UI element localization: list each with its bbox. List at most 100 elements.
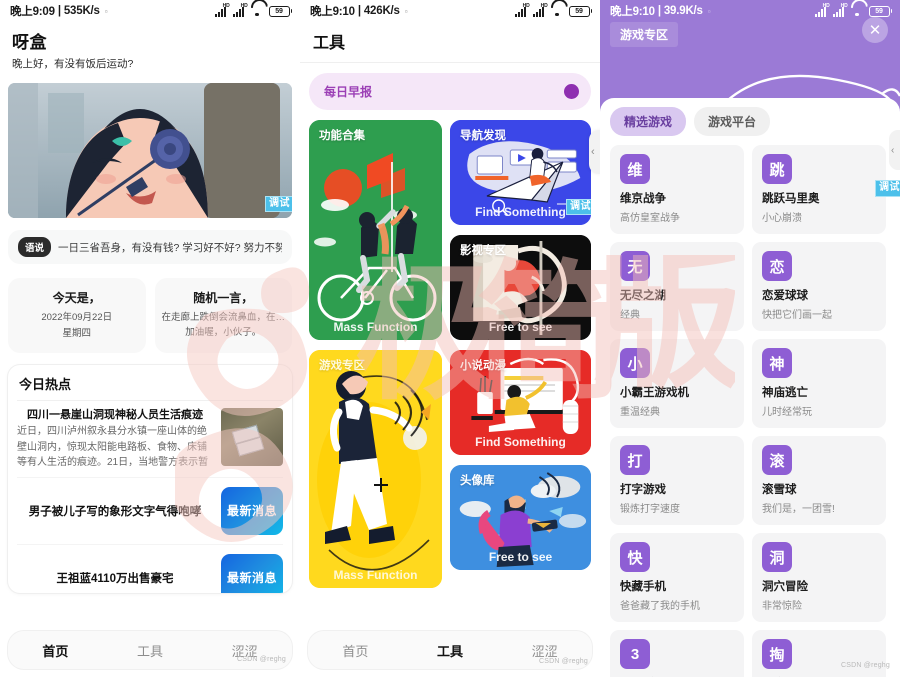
- game-name: 快藏手机: [620, 581, 666, 593]
- page-title: 工具: [313, 35, 346, 52]
- news-item[interactable]: 王祖蓝4110万出售豪宅 最新消息: [17, 545, 283, 593]
- tab-tools[interactable]: 工具: [403, 641, 498, 660]
- game-card[interactable]: 跳 跳跃马里奥 小心崩溃: [752, 145, 886, 234]
- daily-report-banner[interactable]: 每日早报: [309, 73, 591, 110]
- daily-quote-card[interactable]: 语说 一日三省吾身，有没有钱? 学习好不好? 努力不努力?: [8, 230, 292, 264]
- tool-card-title: 游戏专区: [319, 360, 365, 372]
- tab-tools[interactable]: 工具: [103, 641, 198, 660]
- game-desc: 儿时经常玩: [762, 407, 812, 418]
- wifi-icon: [851, 6, 864, 17]
- tool-card-subtitle: Free to see: [488, 550, 553, 564]
- header-divider: [300, 62, 600, 63]
- debug-badge-hero[interactable]: 调试: [265, 195, 292, 212]
- debug-badge-tools[interactable]: 调试: [566, 198, 591, 215]
- tab-home[interactable]: 首页: [308, 641, 403, 660]
- hero-illustration: [8, 83, 292, 218]
- tandem-bicycle-illustration: [309, 120, 442, 340]
- tab-game-platform[interactable]: 游戏平台: [694, 107, 771, 136]
- games-sheet: 精选游戏 游戏平台 维 维京战争 高仿皇室战争 跳 跳跃马里奥 小心崩溃 无 无…: [600, 98, 900, 677]
- tool-card-title: 功能合集: [319, 130, 365, 142]
- battery-level: 59: [568, 5, 590, 17]
- game-card[interactable]: 快 快藏手机 爸爸藏了我的手机: [610, 533, 744, 622]
- game-desc: 快把它们画一起: [762, 310, 832, 321]
- status-separator: |: [357, 5, 361, 17]
- game-icon: 滚: [762, 445, 792, 475]
- game-card[interactable]: 维 维京战争 高仿皇室战争: [610, 145, 744, 234]
- walking-person-illustration: [309, 350, 442, 588]
- status-time: 晚上9:10: [310, 6, 355, 18]
- battery-icon: 59: [568, 5, 592, 17]
- signal-icon-2: HD: [832, 3, 848, 17]
- tool-card-navigation[interactable]: 导航发现 Find Something 调试: [450, 120, 591, 225]
- game-name: 恋爱球球: [762, 290, 808, 302]
- game-desc: 我们是，一团雪!: [762, 504, 835, 515]
- bottom-tabbar-home[interactable]: 首页 工具 涩涩: [8, 631, 292, 669]
- news-badge: 最新消息: [221, 553, 283, 593]
- tool-card-mass-function[interactable]: 功能合集 Mass Function: [309, 120, 442, 340]
- hero-banner[interactable]: 调试: [8, 83, 292, 218]
- hot-topics-card: 今日热点 四川一悬崖山洞现神秘人员生活痕迹 近日，四川泸州叙永县分水镇一座山体的…: [8, 364, 292, 593]
- status-time: 晚上9:09: [10, 6, 55, 18]
- today-date-card[interactable]: 今天是， 2022年09月22日 星期四: [8, 278, 146, 353]
- game-card[interactable]: 3 3D魔方 锻炼反应能力: [610, 630, 744, 677]
- news-headline: 男子被儿子写的象形文字气得咆哮: [28, 505, 202, 518]
- tool-card-title: 导航发现: [460, 130, 506, 142]
- tab-sese[interactable]: 涩涩: [497, 641, 592, 660]
- signal-icon-1: HD: [214, 3, 230, 17]
- tab-home[interactable]: 首页: [8, 641, 103, 660]
- debug-badge-games[interactable]: 调试: [875, 180, 900, 197]
- game-name: 神庙逃亡: [762, 387, 808, 399]
- game-name: 小霸王游戏机: [620, 387, 689, 399]
- wifi-icon: [251, 6, 264, 17]
- today-weekday: 星期四: [62, 327, 91, 339]
- csdn-watermark: CSDN @reghg: [841, 662, 890, 669]
- signal-icon-2: HD: [532, 3, 548, 17]
- tool-card-title: 头像库: [460, 475, 495, 487]
- daily-report-label: 每日早报: [324, 85, 373, 99]
- news-item-featured[interactable]: 四川一悬崖山洞现神秘人员生活痕迹 近日，四川泸州叙永县分水镇一座山体的绝壁山洞内…: [17, 401, 283, 478]
- game-icon: 洞: [762, 542, 792, 572]
- news-headline: 王祖蓝4110万出售豪宅: [56, 572, 174, 585]
- game-card[interactable]: 无 无尽之湖 经典: [610, 242, 744, 331]
- random-quote-line2: 加油喔，小伙子。: [185, 326, 262, 338]
- games-hero: 晚上9:10 | 39.9K/s ▫ HD HD 59 游戏专区 ✕: [600, 0, 900, 100]
- game-name: 跳跃马里奥: [762, 193, 820, 205]
- game-desc: 经典: [620, 310, 640, 321]
- tool-card-avatar-library[interactable]: 头像库 Free to see: [450, 465, 591, 570]
- panel-home: 晚上9:09 | 535K/s ▫ HD HD 59 呀盒 晚上好，有没有饭后运…: [0, 0, 300, 677]
- games-title-chip: 游戏专区: [610, 22, 679, 47]
- tools-grid: 功能合集 Mass Function 游戏专区 Mass Function 导航…: [309, 120, 591, 588]
- game-card[interactable]: 洞 洞穴冒险 非常惊险: [752, 533, 886, 622]
- close-icon[interactable]: ✕: [862, 17, 888, 43]
- game-card[interactable]: 打 打字游戏 锻炼打字速度: [610, 436, 744, 525]
- game-card[interactable]: 小 小霸王游戏机 重温经典: [610, 339, 744, 428]
- status-bar-tools: 晚上9:10 | 426K/s ▫ HD HD 59: [300, 0, 600, 22]
- game-card[interactable]: 滚 滚雪球 我们是，一团雪!: [752, 436, 886, 525]
- news-badge: 最新消息: [221, 486, 283, 535]
- tool-card-video[interactable]: 影视专区 Free to see: [450, 235, 591, 340]
- drawer-handle-games[interactable]: ‹: [889, 130, 900, 170]
- chevron-left-icon: ‹: [891, 144, 895, 156]
- news-summary: 近日，四川泸州叙永县分水镇一座山体的绝壁山洞内，惊现太阳能电路板、食物、床铺等有…: [17, 426, 209, 469]
- game-name: 洞穴冒险: [762, 581, 808, 593]
- game-desc: 高仿皇室战争: [620, 213, 680, 224]
- tool-card-subtitle: Free to see: [488, 320, 553, 334]
- drawer-handle-tools[interactable]: ‹: [589, 130, 600, 174]
- game-card[interactable]: 掏 掏空地球 快来试试吧: [752, 630, 886, 677]
- news-thumbnail: [221, 407, 283, 466]
- random-quote-card[interactable]: 随机一言， 在走廊上跌倒会流鼻血，在… 加油喔，小伙子。: [154, 278, 292, 353]
- game-card[interactable]: 恋 恋爱球球 快把它们画一起: [752, 242, 886, 331]
- game-icon: 3: [620, 639, 650, 669]
- tools-column-right: 导航发现 Find Something 调试 影视专区 Free to see …: [450, 120, 591, 588]
- tab-featured-games[interactable]: 精选游戏: [610, 107, 687, 136]
- game-card[interactable]: 神 神庙逃亡 儿时经常玩: [752, 339, 886, 428]
- hot-topics-title: 今日热点: [17, 373, 283, 401]
- game-desc: 重温经典: [620, 407, 660, 418]
- wifi-icon: [551, 6, 564, 17]
- game-name: 滚雪球: [762, 484, 797, 496]
- tool-card-novel-anime[interactable]: 小说动漫 Find Something: [450, 350, 591, 455]
- tool-card-game-zone[interactable]: 游戏专区 Mass Function: [309, 350, 442, 588]
- game-name: 打字游戏: [620, 484, 666, 496]
- news-item[interactable]: 男子被儿子写的象形文字气得咆哮 最新消息: [17, 478, 283, 545]
- game-icon: 无: [620, 251, 650, 281]
